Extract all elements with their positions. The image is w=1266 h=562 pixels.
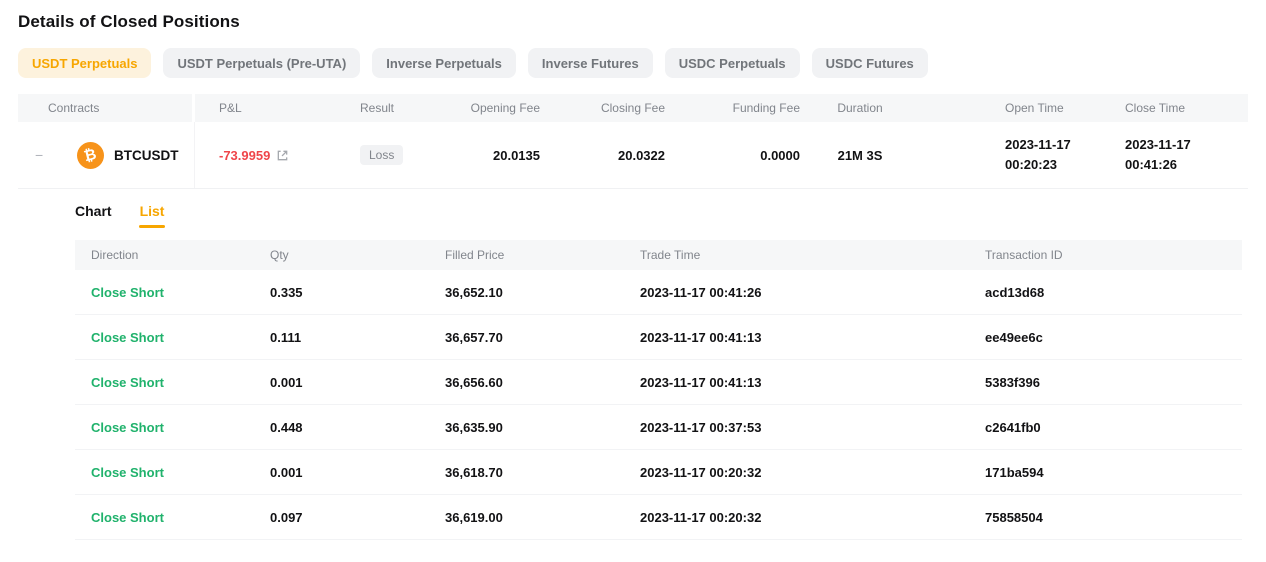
trade-row: Close Short 0.001 36,656.60 2023-11-17 0… (75, 360, 1242, 405)
trade-filled-price: 36,657.70 (445, 315, 640, 359)
trade-direction: Close Short (75, 405, 270, 449)
trade-qty: 0.111 (270, 315, 445, 359)
trade-transaction-id: 5383f396 (985, 360, 1242, 404)
trade-direction: Close Short (75, 450, 270, 494)
col-result: Result (335, 94, 420, 122)
col-closing-fee: Closing Fee (540, 94, 665, 122)
trade-qty: 0.335 (270, 270, 445, 314)
closing-fee-value: 20.0322 (540, 122, 665, 188)
trade-transaction-id: acd13d68 (985, 270, 1242, 314)
col-qty: Qty (270, 240, 445, 270)
trade-filled-price: 36,652.10 (445, 270, 640, 314)
tab-usdc-futures[interactable]: USDC Futures (812, 48, 928, 78)
trade-row: Close Short 0.335 36,652.10 2023-11-17 0… (75, 270, 1242, 315)
trades-table-header: Direction Qty Filled Price Trade Time Tr… (75, 240, 1242, 270)
tab-list[interactable]: List (140, 203, 165, 228)
trade-row: Close Short 0.097 36,619.00 2023-11-17 0… (75, 495, 1242, 540)
col-trade-time: Trade Time (640, 240, 985, 270)
funding-fee-value: 0.0000 (665, 122, 800, 188)
col-duration: Duration (800, 94, 920, 122)
col-funding-fee: Funding Fee (665, 94, 800, 122)
trade-direction: Close Short (75, 270, 270, 314)
trade-row: Close Short 0.001 36,618.70 2023-11-17 0… (75, 450, 1242, 495)
tab-usdt-perpetuals[interactable]: USDT Perpetuals (18, 48, 151, 78)
positions-table: Contracts P&L Result Opening Fee Closing… (0, 94, 1266, 189)
trade-qty: 0.097 (270, 495, 445, 539)
pnl-value: -73.9959 (219, 148, 270, 163)
trade-direction: Close Short (75, 315, 270, 359)
closed-positions-panel: Details of Closed Positions USDT Perpetu… (0, 0, 1266, 562)
trade-direction: Close Short (75, 360, 270, 404)
col-transaction-id: Transaction ID (985, 240, 1242, 270)
positions-table-header: Contracts P&L Result Opening Fee Closing… (18, 94, 1248, 122)
open-time-value: 2023-11-17 00:20:23 (1005, 137, 1071, 173)
trades-table: Direction Qty Filled Price Trade Time Tr… (75, 240, 1242, 540)
trade-filled-price: 36,635.90 (445, 405, 640, 449)
col-close-time: Close Time (1085, 94, 1248, 122)
trade-transaction-id: ee49ee6c (985, 315, 1242, 359)
contract-symbol: BTCUSDT (114, 148, 179, 163)
trade-row: Close Short 0.448 36,635.90 2023-11-17 0… (75, 405, 1242, 450)
tab-inverse-futures[interactable]: Inverse Futures (528, 48, 653, 78)
trade-row: Close Short 0.111 36,657.70 2023-11-17 0… (75, 315, 1242, 360)
trade-filled-price: 36,619.00 (445, 495, 640, 539)
col-opening-fee: Opening Fee (420, 94, 540, 122)
tab-usdc-perpetuals[interactable]: USDC Perpetuals (665, 48, 800, 78)
trade-transaction-id: c2641fb0 (985, 405, 1242, 449)
position-row-btcusdt: − ₿ BTCUSDT -73.9959 Loss 20.0135 20.032… (18, 122, 1248, 189)
col-pnl: P&L (195, 94, 335, 122)
position-detail-section: Chart List Direction Qty Filled Price Tr… (75, 203, 1242, 540)
collapse-row-icon[interactable]: − (35, 147, 51, 163)
trade-time: 2023-11-17 00:37:53 (640, 405, 985, 449)
tab-usdt-perpetuals-pre-uta[interactable]: USDT Perpetuals (Pre-UTA) (163, 48, 360, 78)
share-pnl-icon[interactable] (276, 149, 289, 162)
col-contracts: Contracts (18, 94, 195, 122)
trade-time: 2023-11-17 00:20:32 (640, 495, 985, 539)
tab-chart[interactable]: Chart (75, 203, 112, 228)
trade-transaction-id: 75858504 (985, 495, 1242, 539)
duration-value: 21M 3S (800, 122, 920, 188)
active-tab-underline (139, 225, 165, 228)
trade-qty: 0.001 (270, 360, 445, 404)
col-filled-price: Filled Price (445, 240, 640, 270)
trade-filled-price: 36,618.70 (445, 450, 640, 494)
col-open-time: Open Time (920, 94, 1085, 122)
close-time-value: 2023-11-17 00:41:26 (1125, 137, 1191, 173)
opening-fee-value: 20.0135 (420, 122, 540, 188)
tab-inverse-perpetuals[interactable]: Inverse Perpetuals (372, 48, 516, 78)
trade-time: 2023-11-17 00:41:13 (640, 360, 985, 404)
col-direction: Direction (75, 240, 270, 270)
trade-qty: 0.448 (270, 405, 445, 449)
trade-qty: 0.001 (270, 450, 445, 494)
trade-filled-price: 36,656.60 (445, 360, 640, 404)
result-badge: Loss (360, 145, 403, 165)
trade-time: 2023-11-17 00:20:32 (640, 450, 985, 494)
bitcoin-icon: ₿ (77, 142, 104, 169)
trade-direction: Close Short (75, 495, 270, 539)
page-title: Details of Closed Positions (0, 0, 1266, 32)
trade-time: 2023-11-17 00:41:13 (640, 315, 985, 359)
trade-time: 2023-11-17 00:41:26 (640, 270, 985, 314)
detail-view-tabs: Chart List (75, 203, 1242, 228)
trade-transaction-id: 171ba594 (985, 450, 1242, 494)
contract-type-tabs: USDT Perpetuals USDT Perpetuals (Pre-UTA… (18, 48, 1248, 78)
